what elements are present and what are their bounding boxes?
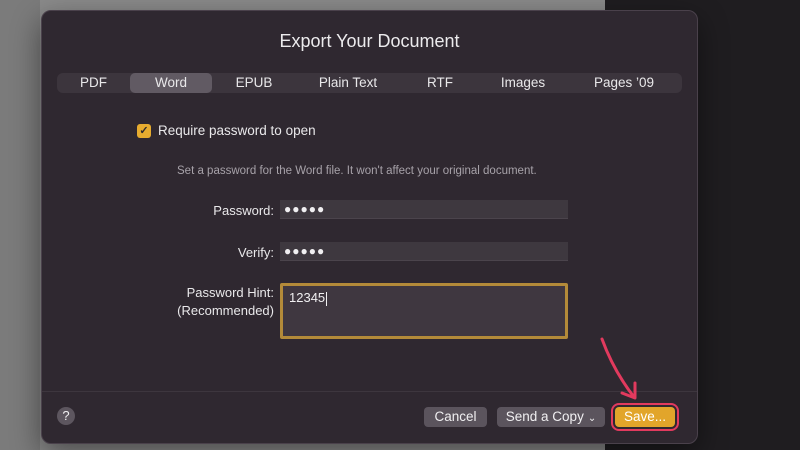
format-tabs: PDF Word EPUB Plain Text RTF Images Page… bbox=[57, 73, 682, 93]
tab-images[interactable]: Images bbox=[480, 73, 566, 93]
password-hint-field[interactable]: 12345 bbox=[280, 283, 568, 339]
verify-field[interactable]: ●●●●● bbox=[280, 242, 568, 261]
save-button[interactable]: Save... bbox=[611, 403, 679, 431]
text-caret bbox=[326, 291, 328, 306]
hint-label-line1: Password Hint: bbox=[186, 285, 274, 300]
chevron-down-icon: ⌄ bbox=[587, 413, 597, 424]
tab-pdf[interactable]: PDF bbox=[57, 73, 130, 93]
annotation-arrow-icon bbox=[600, 337, 637, 400]
tab-rtf[interactable]: RTF bbox=[400, 73, 480, 93]
tab-plain-text[interactable]: Plain Text bbox=[296, 73, 400, 93]
require-password-checkbox[interactable]: ✓ bbox=[137, 123, 151, 138]
send-copy-label: Send a Copy bbox=[505, 409, 584, 424]
background-shade bbox=[0, 0, 40, 450]
tab-word[interactable]: Word bbox=[130, 73, 212, 93]
verify-label: Verify: bbox=[237, 245, 274, 260]
require-password-label: Require password to open bbox=[158, 123, 316, 138]
send-copy-button[interactable]: Send a Copy ⌄ bbox=[497, 407, 605, 427]
hint-label-line2: (Recommended) bbox=[177, 303, 274, 318]
tab-pages-09[interactable]: Pages ’09 bbox=[566, 73, 682, 93]
dialog-title: Export Your Document bbox=[279, 31, 460, 51]
tab-epub[interactable]: EPUB bbox=[212, 73, 296, 93]
help-button[interactable]: ? bbox=[57, 407, 75, 425]
hint-label: Password Hint: (Recommended) bbox=[142, 285, 274, 318]
cancel-button[interactable]: Cancel bbox=[424, 407, 487, 427]
require-password-row[interactable]: ✓ Require password to open bbox=[137, 123, 316, 138]
hint-value: 12345 bbox=[289, 290, 326, 305]
password-label: Password: bbox=[213, 203, 274, 218]
info-text: Set a password for the Word file. It won… bbox=[177, 165, 537, 177]
password-field[interactable]: ●●●●● bbox=[280, 200, 568, 219]
